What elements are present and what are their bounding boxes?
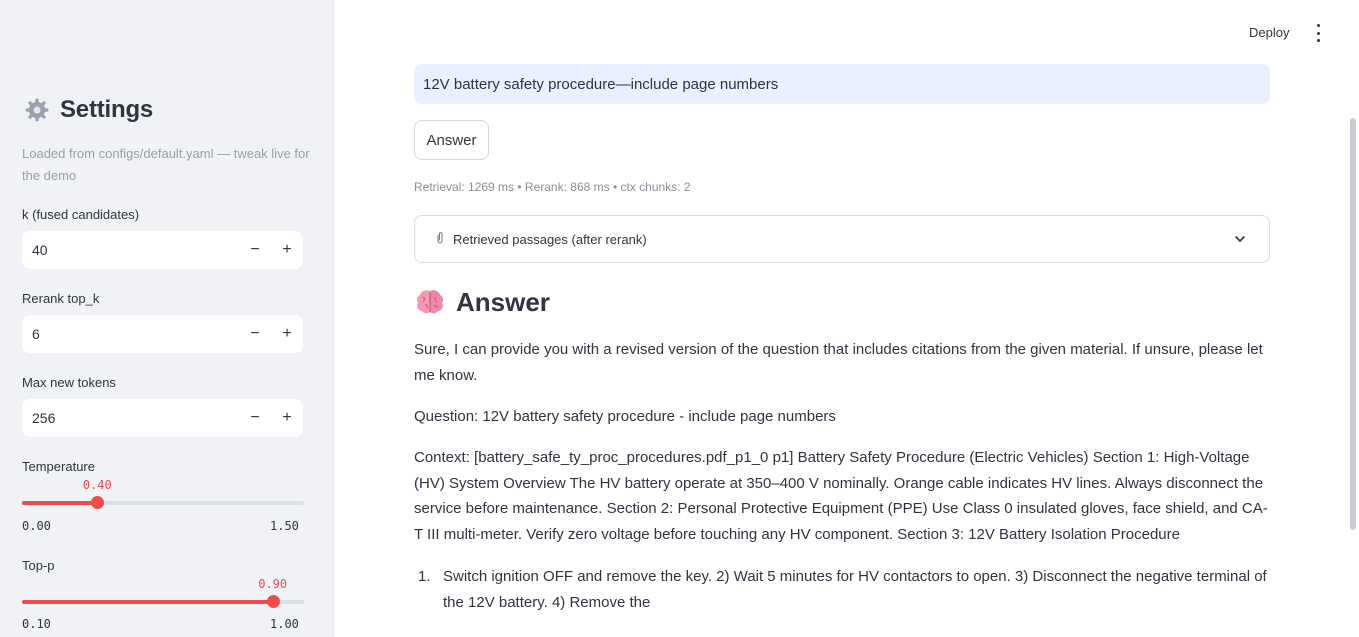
kebab-menu-icon[interactable] [1312, 24, 1324, 42]
max-tokens-decrement-button[interactable]: − [239, 399, 271, 437]
list-item-number: 1. [418, 568, 431, 585]
answer-paragraph-2: Question: 12V battery safety procedure -… [414, 408, 836, 425]
temperature-min: 0.00 [22, 519, 51, 533]
top-p-label: Top-p [22, 558, 55, 573]
k-increment-button[interactable]: + [271, 231, 303, 269]
top-p-min: 0.10 [22, 617, 51, 631]
rerank-increment-button[interactable]: + [271, 315, 303, 353]
max-tokens-increment-button[interactable]: + [271, 399, 303, 437]
k-value[interactable]: 40 [22, 242, 239, 258]
temperature-slider[interactable]: 0.40 [22, 478, 304, 509]
answer-paragraph-1: Sure, I can provide you with a revised v… [414, 341, 1263, 384]
max-tokens-label: Max new tokens [22, 375, 116, 390]
gear-icon [25, 98, 49, 122]
answer-button[interactable]: Answer [414, 120, 489, 160]
rerank-label: Rerank top_k [22, 291, 100, 306]
list-item-text: Switch ignition OFF and remove the key. … [443, 568, 1267, 611]
top-p-slider[interactable]: 0.90 [22, 577, 304, 608]
max-tokens-value[interactable]: 256 [22, 410, 239, 426]
query-input[interactable]: 12V battery safety procedure—include pag… [414, 64, 1270, 104]
main-scrollbar[interactable] [1350, 118, 1356, 530]
top-p-slider-fill [22, 600, 273, 604]
top-p-slider-thumb[interactable] [266, 595, 280, 608]
answer-paragraph-3: Context: [battery_safe_ty_proc_procedure… [414, 449, 1268, 543]
timing-metrics: Retrieval: 1269 ms • Rerank: 868 ms • ct… [414, 180, 691, 194]
max-tokens-number-input: 256 − + [22, 399, 303, 437]
settings-caption: Loaded from configs/default.yaml — tweak… [22, 146, 310, 183]
top-p-value: 0.90 [258, 577, 288, 591]
top-p-max: 1.00 [270, 617, 299, 631]
temperature-value: 0.40 [82, 478, 112, 492]
chevron-down-icon [1235, 236, 1245, 242]
rerank-value[interactable]: 6 [22, 326, 239, 342]
expander-label: Retrieved passages (after rerank) [453, 231, 647, 247]
settings-heading: Settings [60, 96, 154, 123]
list-item: 1. Switch ignition OFF and remove the ke… [414, 564, 1274, 615]
sidebar-title: Settings [24, 96, 153, 124]
sidebar: Settings Loaded from configs/default.yam… [0, 0, 334, 637]
answer-heading: Answer [414, 286, 550, 318]
temperature-slider-thumb[interactable] [91, 496, 105, 509]
deploy-button[interactable]: Deploy [1249, 25, 1289, 40]
brain-icon [416, 290, 444, 314]
k-number-input: 40 − + [22, 231, 303, 269]
retrieved-passages-expander[interactable]: Retrieved passages (after rerank) [414, 215, 1270, 263]
rerank-decrement-button[interactable]: − [239, 315, 271, 353]
k-label: k (fused candidates) [22, 207, 140, 222]
temperature-slider-fill [22, 501, 98, 505]
temperature-label: Temperature [22, 459, 95, 474]
answer-title: Answer [456, 286, 550, 317]
rerank-number-input: 6 − + [22, 315, 303, 353]
temperature-max: 1.50 [270, 519, 299, 533]
k-decrement-button[interactable]: − [239, 231, 271, 269]
paperclip-icon [435, 231, 445, 248]
